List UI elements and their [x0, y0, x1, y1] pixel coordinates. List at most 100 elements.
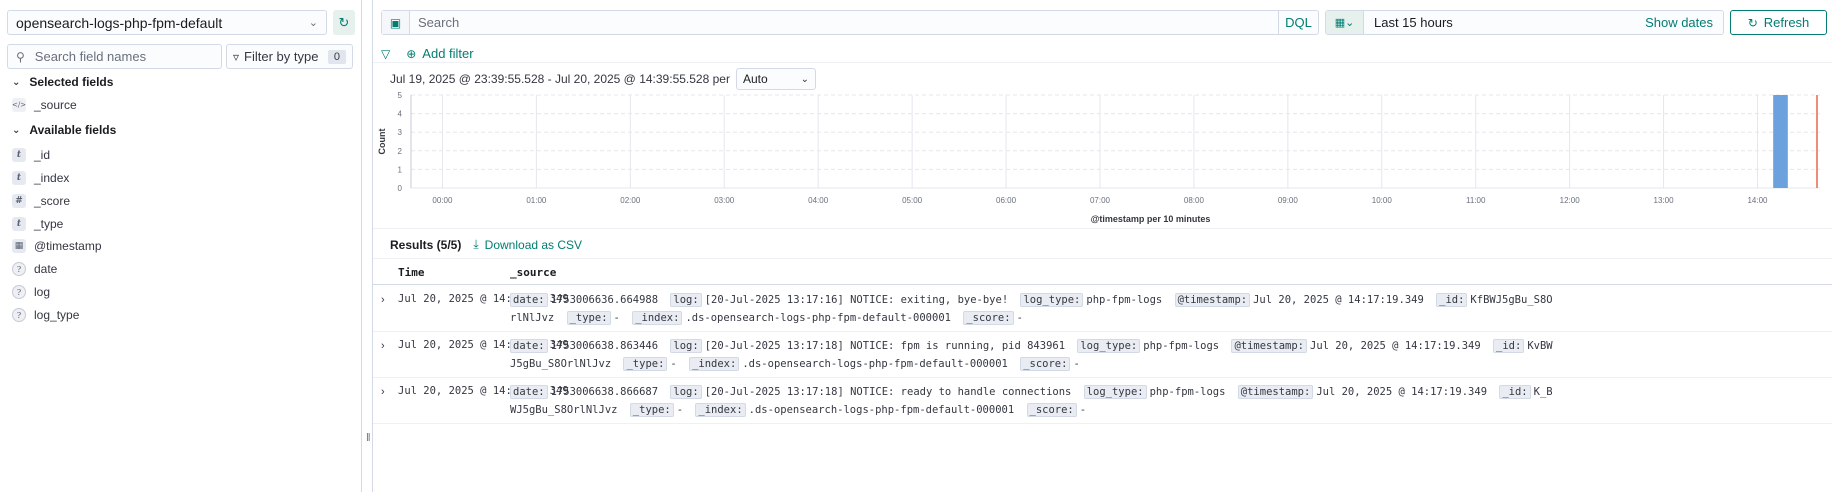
field-name: _source: [34, 98, 77, 112]
chevron-down-icon: ⌄: [12, 124, 21, 136]
interval-select[interactable]: Auto ⌄: [735, 68, 816, 90]
source-field-value: 1753006638.866687: [550, 386, 659, 398]
source-field-key: log:: [670, 293, 702, 307]
x-tick-label: 00:00: [432, 196, 453, 205]
index-pattern-select[interactable]: opensearch-logs-php-fpm-default ⌄: [7, 10, 327, 35]
field-item-log[interactable]: ? log: [12, 285, 50, 299]
save-icon: ▣: [389, 15, 402, 30]
filter-count-badge: 0: [327, 49, 346, 64]
x-tick-label: 09:00: [1278, 196, 1299, 205]
selected-fields-toggle[interactable]: ⌄ Selected fields: [12, 75, 113, 89]
column-header-time[interactable]: Time: [398, 266, 425, 279]
expand-row-icon[interactable]: ›: [381, 386, 385, 398]
expand-row-icon[interactable]: ›: [381, 294, 385, 306]
search-input[interactable]: [410, 15, 1278, 30]
field-item-type[interactable]: t _type: [12, 217, 63, 231]
field-name: _index: [34, 171, 70, 185]
x-tick-label: 12:00: [1560, 196, 1581, 205]
divider: [373, 284, 1832, 285]
source-field-key: _index:: [689, 357, 740, 371]
x-axis-title: @timestamp per 10 minutes: [1091, 214, 1211, 224]
source-field-key: log_type:: [1020, 293, 1084, 307]
unknown-type-icon: ?: [12, 262, 26, 276]
available-fields-toggle[interactable]: ⌄ Available fields: [12, 123, 116, 137]
divider: [373, 62, 1832, 63]
source-field-key: _type:: [566, 311, 611, 325]
field-name: _type: [34, 217, 64, 231]
field-item-log-type[interactable]: ? log_type: [12, 308, 79, 322]
source-field-value: php-fpm-logs: [1143, 340, 1220, 352]
available-fields-title: Available fields: [29, 123, 117, 137]
saved-query-button[interactable]: ▣: [382, 11, 410, 34]
selected-fields-title: Selected fields: [29, 75, 114, 89]
field-search-box[interactable]: ⚲: [7, 44, 222, 69]
download-icon: ⤓: [473, 237, 479, 251]
column-header-source[interactable]: _source: [510, 266, 556, 279]
panel-resize-handle[interactable]: ‖: [366, 432, 371, 444]
field-item-timestamp[interactable]: ▦ @timestamp: [12, 239, 102, 253]
source-field-value: [20-Jul-2025 13:17:18] NOTICE: fpm is ru…: [704, 340, 1066, 352]
add-filter-button[interactable]: Add filter: [422, 46, 473, 61]
table-row[interactable]: › Jul 20, 2025 @ 14:17:19.349 date: 1753006…: [373, 378, 1832, 424]
field-name: _id: [34, 148, 51, 162]
source-field-value: 1753006636.664988: [550, 294, 659, 306]
field-search-input[interactable]: [34, 49, 205, 64]
source-field-key: _type:: [623, 357, 668, 371]
table-row[interactable]: › Jul 20, 2025 @ 14:17:19.349 date: 1753006…: [373, 332, 1832, 378]
index-pattern-label: opensearch-logs-php-fpm-default: [16, 14, 223, 31]
x-tick-label: 06:00: [996, 196, 1017, 205]
query-language-button[interactable]: DQL: [1278, 11, 1318, 34]
field-item-source[interactable]: </> _source: [12, 98, 77, 112]
x-tick-label: 04:00: [808, 196, 829, 205]
filter-icon[interactable]: ▽: [381, 47, 390, 61]
field-item-score[interactable]: # _score: [12, 194, 70, 208]
filter-by-type-label: Filter by type: [244, 49, 319, 64]
row-source: date: 1753006636.664988 log: [20-Jul-2025 …: [510, 291, 1557, 327]
results-header: Results (5/5) ⤓ Download as CSV: [390, 237, 582, 252]
filter-by-type-button[interactable]: ▿ Filter by type 0: [226, 44, 353, 69]
histogram-svg[interactable]: 0 1 2 3 4 5 00:00 01:00 02:00 03:00 04:00 05:00 06:0…: [373, 88, 1832, 228]
table-row[interactable]: › Jul 20, 2025 @ 14:17:19.349 date: 1753006…: [373, 286, 1832, 332]
source-field-key: log:: [670, 339, 702, 353]
source-field-value: -: [670, 358, 677, 370]
chevron-down-icon: ⌄: [800, 73, 809, 85]
field-item-date[interactable]: ? date: [12, 262, 57, 276]
y-tick-label: 0: [398, 184, 403, 193]
source-field-value: [20-Jul-2025 13:17:16] NOTICE: exiting, …: [704, 294, 1009, 306]
date-range-label[interactable]: Last 15 hours: [1364, 15, 1645, 30]
divider: [373, 258, 1832, 259]
source-field-value: .ds-opensearch-logs-php-fpm-default-0000…: [748, 404, 1015, 416]
refresh-icon: ↻: [1747, 15, 1758, 30]
source-field-key: _score:: [1020, 357, 1071, 371]
histogram-bar[interactable]: [1773, 95, 1788, 188]
source-field-key: @timestamp:: [1231, 339, 1307, 353]
refresh-index-button[interactable]: ↻: [333, 10, 355, 35]
field-item-id[interactable]: t _id: [12, 148, 50, 162]
source-field-value: -: [1016, 312, 1023, 324]
chevron-down-icon: ⌄: [308, 17, 318, 29]
row-source: date: 1753006638.863446 log: [20-Jul-2025 …: [510, 337, 1557, 373]
x-tick-label: 01:00: [526, 196, 547, 205]
sidebar: opensearch-logs-php-fpm-default ⌄ ↻ ⚲ ▿ …: [0, 0, 362, 492]
field-name: log_type: [34, 308, 80, 322]
filter-bar: ▽ ⊕ Add filter: [381, 46, 474, 61]
x-tick-label: 11:00: [1466, 196, 1486, 205]
source-field-value: -: [1073, 358, 1080, 370]
field-name: _score: [34, 194, 71, 208]
quick-select-button[interactable]: ▦⌄: [1326, 11, 1364, 34]
field-item-index[interactable]: t _index: [12, 171, 69, 185]
source-field-key: _id:: [1493, 339, 1525, 353]
refresh-icon: ↻: [338, 14, 350, 30]
source-field-value: [20-Jul-2025 13:17:18] NOTICE: ready to …: [704, 386, 1072, 398]
refresh-button[interactable]: ↻ Refresh: [1730, 10, 1827, 35]
x-tick-label: 07:00: [1090, 196, 1111, 205]
unknown-type-icon: ?: [12, 308, 26, 322]
y-tick-label: 5: [398, 91, 403, 100]
date-type-icon: ▦: [12, 239, 26, 253]
expand-row-icon[interactable]: ›: [381, 340, 385, 352]
download-csv-button[interactable]: ⤓ Download as CSV: [473, 237, 582, 252]
source-field-key: _score:: [963, 311, 1014, 325]
show-dates-link[interactable]: Show dates: [1645, 15, 1723, 30]
string-type-icon: t: [12, 171, 26, 185]
row-source: date: 1753006638.866687 log: [20-Jul-2025 …: [510, 383, 1557, 419]
